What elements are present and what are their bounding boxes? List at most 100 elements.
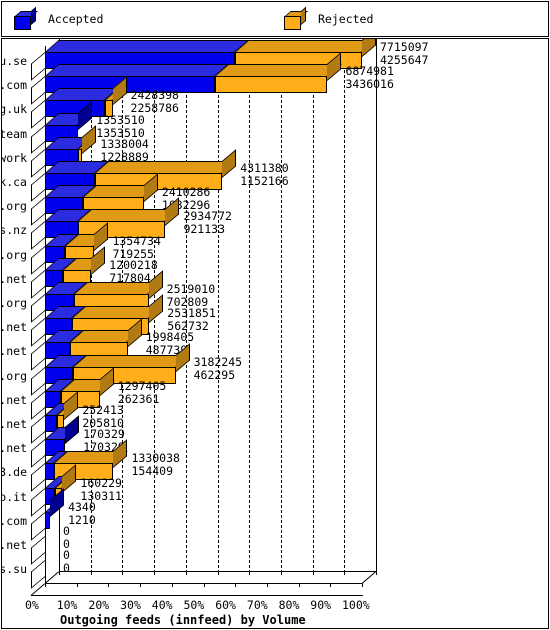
- gridline-70pct: [280, 39, 282, 574]
- bar-side-face: [362, 39, 376, 57]
- x-tick-mark: [376, 571, 377, 576]
- category-label: news.furie.org.uk: [2, 102, 27, 117]
- value-label-accepted: 2934772: [183, 209, 232, 224]
- axis-tick-baseline: [31, 595, 363, 597]
- value-label-accepted: 2410286: [161, 185, 211, 200]
- value-label-rejected: 921133: [183, 222, 225, 237]
- value-label-accepted: 0: [63, 548, 70, 563]
- chart-legend: Accepted Rejected: [1, 1, 549, 37]
- x-tick-mark: [90, 571, 92, 576]
- gridline-100pct: [376, 39, 377, 574]
- x-tick-label: 100%: [342, 598, 370, 613]
- bar-top-accepted: [45, 64, 229, 77]
- value-label-rejected: 462295: [193, 367, 236, 382]
- x-tick-label: 10%: [56, 598, 78, 613]
- x-tick-label: 20%: [88, 598, 110, 613]
- category-label: nyheter.lysator.liu.se: [2, 54, 27, 68]
- value-label-accepted: 3182245: [193, 354, 243, 369]
- value-label-rejected: 0: [63, 561, 70, 576]
- category-label: news.tnetconsulting.net: [2, 344, 27, 359]
- value-label-accepted: 160229: [80, 475, 122, 490]
- category-label: i2pn.org: [1, 247, 27, 262]
- category-label: news.corradoroberto.it: [2, 489, 27, 504]
- value-label-accepted: 4340: [68, 499, 96, 514]
- x-tick-label: 30%: [120, 598, 141, 613]
- value-label-accepted: 0: [63, 524, 70, 538]
- x-tick-mark: [76, 583, 78, 588]
- value-label-accepted: 252413: [82, 403, 124, 417]
- x-tick-mark: [108, 583, 110, 588]
- category-label: news.chmurka.net: [1, 441, 27, 456]
- axis-depth-cell: [31, 221, 45, 251]
- category-label: news.nntp4.net: [1, 271, 27, 286]
- x-tick-mark: [266, 583, 268, 588]
- x-tick-mark: [203, 583, 205, 588]
- value-label-accepted: 2428398: [130, 88, 179, 103]
- x-tick-mark: [154, 571, 156, 576]
- category-label: usenet.goja.nl.eu.org: [2, 296, 27, 310]
- category-label: news.quux.org: [1, 368, 27, 383]
- value-label-accepted: 1998405: [145, 330, 195, 345]
- x-tick-mark: [362, 583, 363, 588]
- gridline-50pct: [217, 39, 219, 574]
- category-label: usenet.network: [1, 150, 27, 165]
- value-label-rejected: 1152166: [240, 174, 289, 188]
- x-tick-mark: [298, 583, 300, 588]
- axis-depth-cell: [31, 342, 45, 372]
- x-tick-mark: [344, 571, 346, 576]
- value-label-accepted: 1200218: [109, 257, 158, 272]
- bar-top-accepted: [45, 40, 249, 52]
- x-tick-mark: [122, 571, 124, 576]
- value-label-accepted: 4311380: [240, 161, 289, 175]
- x-tick-mark: [249, 571, 251, 576]
- x-tick-mark: [185, 571, 187, 576]
- gridline-80pct: [312, 39, 314, 574]
- x-tick-label: 0%: [25, 598, 39, 613]
- x-tick-mark: [280, 571, 282, 576]
- x-tick-mark: [140, 583, 142, 588]
- x-axis-title: Outgoing feeds (innfeed) by Volume: [60, 613, 306, 628]
- value-label-accepted: 1297405: [117, 378, 167, 393]
- axis-depth-edge: [44, 571, 60, 585]
- category-label: news.weretis.net: [1, 320, 27, 335]
- x-tick-mark: [217, 571, 219, 576]
- value-label-accepted: 1353510: [96, 112, 145, 127]
- category-label: news.hispagatos.org: [2, 199, 27, 214]
- x-tick-mark: [330, 583, 332, 588]
- legend-item-rejected: Rejected: [284, 2, 373, 36]
- bar-side-face: [149, 294, 164, 324]
- bar-side-face: [82, 125, 97, 154]
- x-tick-mark: [171, 583, 173, 588]
- bar-segment-accepted: [45, 463, 54, 481]
- category-label: news.bbs.nz: [2, 223, 27, 238]
- bar-top-rejected: [235, 40, 376, 52]
- category-label: ddt.demos.su: [2, 562, 27, 577]
- category-label: news.netfront.net: [2, 538, 27, 552]
- bar-top-rejected: [72, 354, 190, 367]
- bar-top-rejected: [95, 161, 236, 173]
- x-tick-mark: [59, 571, 60, 576]
- value-label-accepted: 6874981: [345, 64, 394, 79]
- value-label-accepted: 1354734: [112, 233, 161, 248]
- bar-side-face: [222, 149, 237, 178]
- legend-label-rejected: Rejected: [318, 12, 374, 26]
- category-label: newsfeed.xs3.de: [1, 465, 27, 480]
- x-tick-mark: [312, 571, 314, 576]
- bar-segment-rejected: [214, 76, 328, 94]
- value-label-accepted: 2519010: [166, 282, 216, 296]
- value-label-accepted: 170329: [83, 427, 125, 442]
- rejected-cube-icon: [284, 6, 308, 30]
- bar-side-face: [65, 415, 80, 445]
- bar-top-rejected: [214, 64, 342, 77]
- value-label-accepted: 1338004: [100, 136, 149, 151]
- axis-depth-cell: [31, 100, 45, 130]
- category-label: nntp.comgw.net: [1, 392, 27, 407]
- axis-depth-cell: [31, 463, 45, 493]
- x-tick-mark: [45, 583, 46, 588]
- x-tick-label: 50%: [183, 598, 205, 613]
- x-tick-label: 80%: [278, 598, 300, 613]
- value-label-rejected: 262361: [117, 391, 160, 406]
- value-label-accepted: 2531851: [167, 306, 216, 321]
- accepted-cube-icon: [14, 6, 38, 30]
- x-tick-mark: [235, 583, 237, 588]
